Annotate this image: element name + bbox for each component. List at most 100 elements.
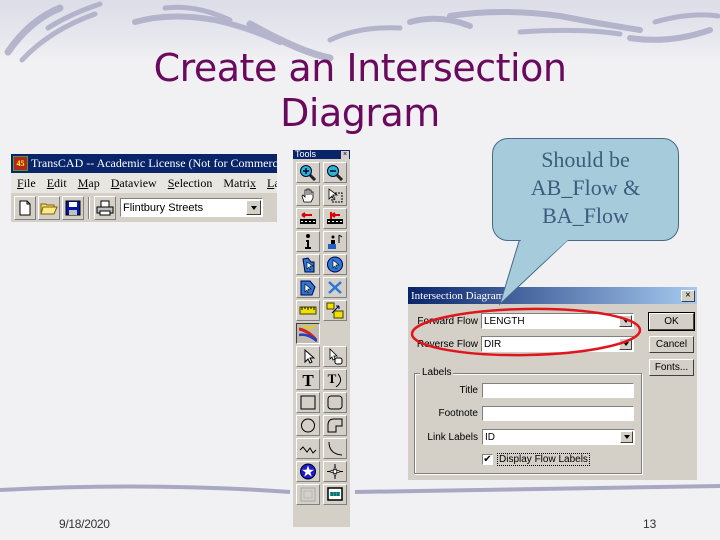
open-folder-icon	[40, 203, 58, 214]
menu-file[interactable]: File	[11, 176, 41, 191]
transcad-toolbar: Flintbury Streets	[11, 193, 277, 222]
freehand-shape-tool[interactable]	[323, 415, 347, 436]
rectangle-tool[interactable]	[296, 392, 320, 413]
chevron-down-icon[interactable]	[620, 431, 633, 443]
link-labels-value: ID	[485, 431, 495, 443]
freehand-shape-icon	[327, 418, 343, 433]
svg-text:T: T	[328, 371, 337, 386]
title-input[interactable]	[482, 383, 634, 398]
pointer-hand-tool[interactable]	[323, 346, 347, 367]
menu-layout[interactable]: Lay	[261, 176, 277, 191]
arc-tool[interactable]	[323, 438, 347, 459]
route-end-tool[interactable]	[323, 208, 347, 229]
intersection-diagram-tool[interactable]	[296, 323, 320, 344]
frame-icon	[300, 487, 316, 502]
open-button[interactable]	[38, 195, 60, 220]
forward-flow-label: Forward Flow	[417, 315, 478, 327]
layer-select[interactable]: Flintbury Streets	[120, 198, 263, 217]
star-symbol-tool[interactable]	[296, 461, 320, 482]
zoom-out-icon	[327, 165, 344, 181]
legend-icon	[327, 487, 343, 501]
transcad-title: TransCAD -- Academic License (Not for Co…	[31, 156, 277, 170]
zoom-out-tool[interactable]	[323, 162, 347, 183]
north-arrow-icon	[327, 464, 343, 479]
menu-matrix[interactable]: Matrix	[217, 176, 261, 191]
pan-tool[interactable]	[296, 185, 320, 206]
menu-selection[interactable]: Selection	[162, 176, 218, 191]
arrow-pointer-tool[interactable]	[296, 346, 320, 367]
link-labels-select[interactable]: ID	[482, 429, 635, 445]
print-button[interactable]	[94, 195, 116, 220]
fonts-button[interactable]: Fonts...	[649, 359, 694, 376]
reverse-flow-row: Reverse Flow DIR	[412, 336, 634, 352]
hotlink-icon	[328, 234, 343, 249]
menu-edit[interactable]: Edit	[41, 176, 72, 191]
printer-icon	[96, 200, 114, 215]
text-tool[interactable]: T	[296, 369, 320, 390]
tool-empty-slot	[323, 323, 347, 344]
callout-line1: Should be	[541, 147, 630, 172]
transcad-window: 45 TransCAD -- Academic License (Not for…	[11, 154, 277, 222]
legend-tool[interactable]	[323, 484, 347, 505]
frame-tool[interactable]	[296, 484, 320, 505]
display-flow-labels-checkbox[interactable]: ✔	[482, 454, 493, 465]
rounded-rectangle-tool[interactable]	[323, 392, 347, 413]
delete-node-tool[interactable]	[323, 277, 347, 298]
svg-text:T: T	[302, 371, 314, 388]
curved-text-icon: T	[328, 371, 342, 388]
ellipse-tool[interactable]	[296, 415, 320, 436]
transcad-titlebar[interactable]: 45 TransCAD -- Academic License (Not for…	[11, 154, 277, 173]
circle-select-tool[interactable]	[323, 254, 347, 275]
info-tool[interactable]	[296, 231, 320, 252]
footnote-label: Footnote	[438, 408, 478, 419]
dialog-close-button[interactable]: ×	[681, 289, 695, 302]
zoom-in-icon	[300, 165, 317, 181]
menu-dataview[interactable]: Dataview	[105, 176, 162, 191]
chevron-down-icon[interactable]	[619, 338, 632, 350]
forward-flow-value: LENGTH	[484, 315, 525, 327]
ruler-tool[interactable]	[296, 300, 320, 321]
labels-group-title: Labels	[420, 367, 454, 378]
route-back-tool[interactable]	[296, 208, 320, 229]
route-back-icon	[300, 212, 316, 224]
callout-text: Should be AB_Flow & BA_Flow	[492, 146, 679, 230]
pan-hand-icon	[301, 188, 314, 203]
select-area-tool[interactable]	[323, 185, 347, 206]
north-arrow-tool[interactable]	[323, 461, 347, 482]
tools-palette: Tools × T T	[293, 150, 350, 527]
tools-titlebar[interactable]: Tools ×	[293, 150, 350, 159]
footnote-input[interactable]	[482, 406, 634, 421]
dialog-title: Intersection Diagram	[411, 289, 505, 302]
slide-title-line1: Create an Intersection	[153, 46, 567, 90]
hotlink-tool[interactable]	[323, 231, 347, 252]
delete-node-icon	[328, 281, 342, 294]
tools-close-button[interactable]: ×	[341, 150, 349, 159]
save-button[interactable]	[62, 195, 84, 220]
pointer-select-tool[interactable]	[296, 254, 320, 275]
cancel-button[interactable]: Cancel	[649, 336, 694, 353]
dialog-titlebar[interactable]: Intersection Diagram ×	[408, 287, 697, 304]
tools-title: Tools	[295, 149, 317, 159]
ok-button[interactable]: OK	[648, 312, 695, 331]
reverse-flow-select[interactable]: DIR	[481, 336, 634, 352]
title-row: Title	[418, 383, 634, 398]
intersection-diagram-icon	[299, 325, 317, 342]
reverse-flow-value: DIR	[484, 338, 502, 350]
ellipse-icon	[301, 418, 315, 433]
menu-map[interactable]: Map	[72, 176, 105, 191]
chevron-down-icon[interactable]	[246, 200, 261, 215]
polygon-select-tool[interactable]	[296, 277, 320, 298]
chevron-down-icon[interactable]	[619, 315, 632, 327]
forward-flow-select[interactable]: LENGTH	[481, 313, 634, 329]
curved-text-tool[interactable]: T	[323, 369, 347, 390]
slide-title-line2: Diagram	[280, 91, 440, 135]
scale-tool[interactable]	[323, 300, 347, 321]
title-label: Title	[459, 385, 478, 396]
display-flow-labels-label[interactable]: Display Flow Labels	[497, 453, 590, 466]
new-file-button[interactable]	[14, 195, 36, 220]
zoom-in-tool[interactable]	[296, 162, 320, 183]
pointer-hand-icon	[329, 348, 343, 365]
polyline-tool[interactable]	[296, 438, 320, 459]
reverse-flow-label: Reverse Flow	[416, 338, 478, 350]
pointer-select-icon	[302, 257, 315, 273]
